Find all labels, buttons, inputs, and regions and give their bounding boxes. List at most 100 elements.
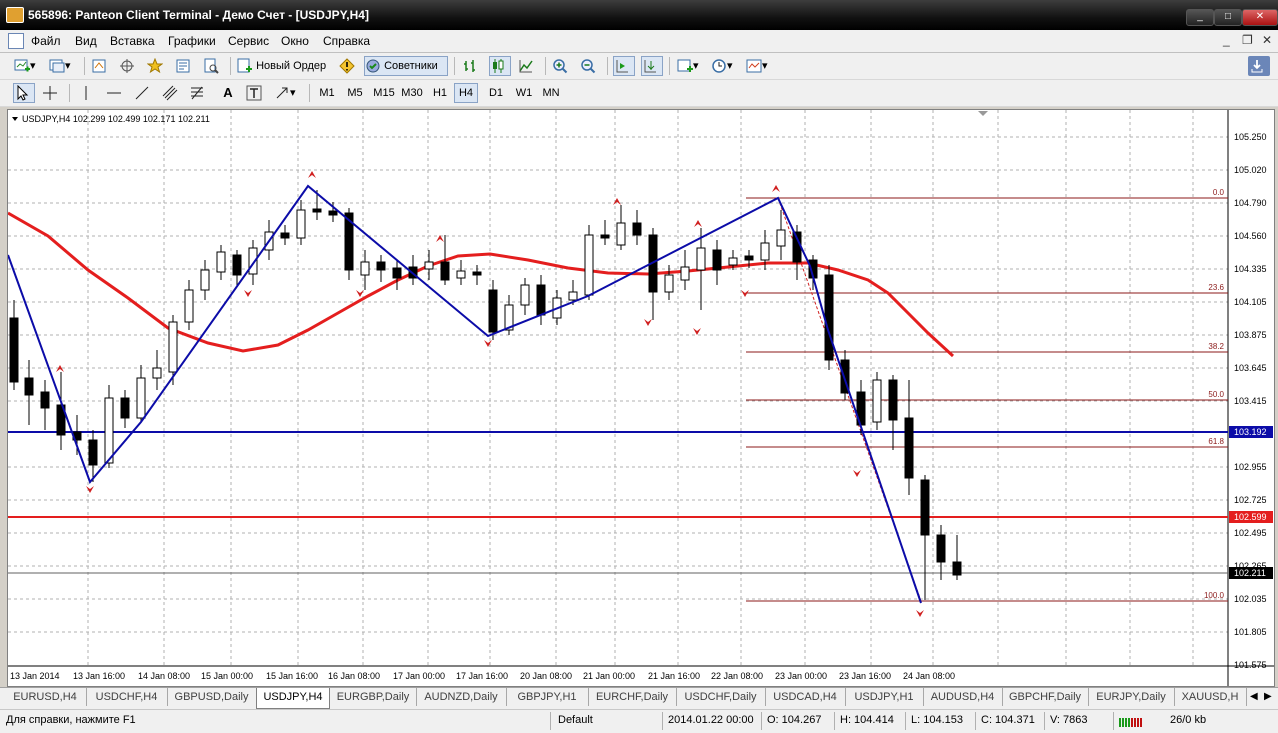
candlestick-chart-button[interactable] <box>489 56 511 76</box>
tab-audusd-h4[interactable]: AUDUSD,H4 <box>923 688 1003 706</box>
menu-file[interactable]: Файл <box>31 34 61 48</box>
app-icon <box>6 7 24 23</box>
alert-button[interactable] <box>338 56 360 76</box>
menu-help[interactable]: Справка <box>323 34 370 48</box>
arrows-icon <box>276 87 288 99</box>
new-order-button[interactable]: Новый Ордер <box>236 56 334 76</box>
auto-scroll-icon <box>616 60 628 73</box>
drawing-toolbar: A ▾ M1 M5 M15 M30 H1 H4 D1 W1 MN <box>0 80 1278 107</box>
tab-gbpjpy-h1[interactable]: GBPJPY,H1 <box>506 688 589 706</box>
time-label: 20 Jan 08:00 <box>520 671 572 681</box>
line-chart-icon <box>519 60 533 73</box>
minimize-button[interactable]: _ <box>1186 9 1214 26</box>
navigator-button[interactable] <box>146 56 168 76</box>
candle-body <box>440 261 450 281</box>
candle-body <box>584 234 594 296</box>
tab-audnzd-daily[interactable]: AUDNZD,Daily <box>416 688 507 706</box>
status-profile: Default <box>558 714 593 726</box>
candle-body <box>9 317 19 383</box>
profiles-button[interactable]: ▾ <box>48 56 78 76</box>
vertical-line-icon <box>85 86 87 101</box>
chart-grid <box>8 110 1228 666</box>
menu-view[interactable]: Вид <box>75 34 97 48</box>
timeframe-h1-button[interactable]: H1 <box>428 83 452 103</box>
timeframe-d1-button[interactable]: D1 <box>484 83 508 103</box>
menu-service[interactable]: Сервис <box>228 34 269 48</box>
timeframe-mn-button[interactable]: MN <box>539 83 563 103</box>
mdi-restore-button[interactable]: ❐ <box>1242 33 1253 47</box>
time-label: 13 Jan 16:00 <box>73 671 125 681</box>
tab-eurgbp-daily[interactable]: EURGBP,Daily <box>330 688 417 706</box>
new-chart-button[interactable]: ▾ <box>13 56 43 76</box>
horizontal-line-tool-button[interactable] <box>105 83 127 103</box>
chart-window-icon[interactable] <box>8 33 24 49</box>
time-label: 23 Jan 00:00 <box>775 671 827 681</box>
maximize-button[interactable]: □ <box>1214 9 1242 26</box>
fib-label: 0.0 <box>1213 188 1225 197</box>
data-window-button[interactable] <box>118 56 140 76</box>
equidistant-channel-tool-button[interactable] <box>161 83 183 103</box>
candle-body <box>568 291 578 301</box>
menu-charts[interactable]: Графики <box>168 34 216 48</box>
price-chart[interactable]: 0.0 23.6 38.2 50.0 61.8 100.0 105.250 10… <box>7 110 1274 686</box>
tab-xauusd[interactable]: XAUUSD,H <box>1174 688 1247 706</box>
tab-usdchf-h4[interactable]: USDCHF,H4 <box>86 688 168 706</box>
cursor-tool-button[interactable] <box>13 83 35 103</box>
zoom-out-button[interactable] <box>579 56 601 76</box>
tab-usdjpy-h4[interactable]: USDJPY,H4 <box>256 688 330 709</box>
line-chart-button[interactable] <box>517 56 539 76</box>
expert-advisors-button[interactable]: Советники <box>364 56 448 76</box>
title-bar: 565896: Panteon Client Terminal - Демо С… <box>0 0 1278 30</box>
tab-usdjpy-h1[interactable]: USDJPY,H1 <box>845 688 924 706</box>
mdi-close-button[interactable]: ✕ <box>1262 33 1272 47</box>
tab-eurusd-h4[interactable]: EURUSD,H4 <box>4 688 87 706</box>
blue-line-price: 103.192 <box>1234 427 1267 437</box>
timeframe-m5-button[interactable]: M5 <box>343 83 367 103</box>
text-label-tool-button[interactable] <box>245 83 267 103</box>
tab-eurjpy-daily[interactable]: EURJPY,Daily <box>1088 688 1175 706</box>
fib-label: 23.6 <box>1208 283 1224 292</box>
candle-body <box>904 417 914 479</box>
close-button[interactable]: ✕ <box>1242 9 1278 26</box>
chart-shift-icon <box>644 60 656 73</box>
candle-body <box>392 267 402 279</box>
chart-tabs: EURUSD,H4 USDCHF,H4 GBPUSD,Daily USDJPY,… <box>0 687 1278 710</box>
timeframe-m1-button[interactable]: M1 <box>315 83 339 103</box>
menu-window[interactable]: Окно <box>281 34 309 48</box>
tab-gbpusd-daily[interactable]: GBPUSD,Daily <box>167 688 257 706</box>
mdi-minimize-button[interactable]: _ <box>1223 33 1230 47</box>
tabs-scroll-right-icon[interactable]: ▶ <box>1264 691 1272 702</box>
notifications-button[interactable] <box>1248 56 1270 76</box>
timeframe-m15-button[interactable]: M15 <box>370 83 398 103</box>
tab-usdchf-daily[interactable]: USDCHF,Daily <box>676 688 766 706</box>
candle-body <box>168 321 178 373</box>
auto-scroll-button[interactable] <box>613 56 635 76</box>
bar-chart-button[interactable] <box>461 56 483 76</box>
tabs-scroll-left-icon[interactable]: ◀ <box>1250 691 1258 702</box>
vertical-line-tool-button[interactable] <box>77 83 99 103</box>
tab-eurchf-daily[interactable]: EURCHF,Daily <box>588 688 677 706</box>
tab-gbpchf-daily[interactable]: GBPCHF,Daily <box>1002 688 1089 706</box>
fibonacci-tool-button[interactable] <box>189 83 211 103</box>
crosshair-tool-button[interactable] <box>41 83 63 103</box>
cursor-arrow-icon <box>17 85 29 101</box>
terminal-button[interactable] <box>174 56 196 76</box>
text-tool-button[interactable]: A <box>217 83 239 103</box>
timeframe-m30-button[interactable]: M30 <box>398 83 426 103</box>
periods-button[interactable]: ▾ <box>710 56 740 76</box>
indicators-button[interactable]: ▾ <box>676 56 706 76</box>
arrows-tool-button[interactable]: ▾ <box>273 83 303 103</box>
timeframe-h4-button[interactable]: H4 <box>454 83 478 103</box>
trendline-tool-button[interactable] <box>133 83 155 103</box>
templates-button[interactable]: ▾ <box>745 56 775 76</box>
chart-window[interactable]: 0.0 23.6 38.2 50.0 61.8 100.0 105.250 10… <box>7 109 1275 687</box>
timeframe-w1-button[interactable]: W1 <box>512 83 536 103</box>
market-watch-button[interactable] <box>90 56 112 76</box>
menu-insert[interactable]: Вставка <box>110 34 155 48</box>
zoom-in-button[interactable] <box>551 56 573 76</box>
zoom-in-icon <box>553 59 568 74</box>
tab-usdcad-h4[interactable]: USDCAD,H4 <box>765 688 846 706</box>
chart-shift-button[interactable] <box>641 56 663 76</box>
strategy-tester-button[interactable] <box>202 56 224 76</box>
candle-body <box>88 439 98 466</box>
